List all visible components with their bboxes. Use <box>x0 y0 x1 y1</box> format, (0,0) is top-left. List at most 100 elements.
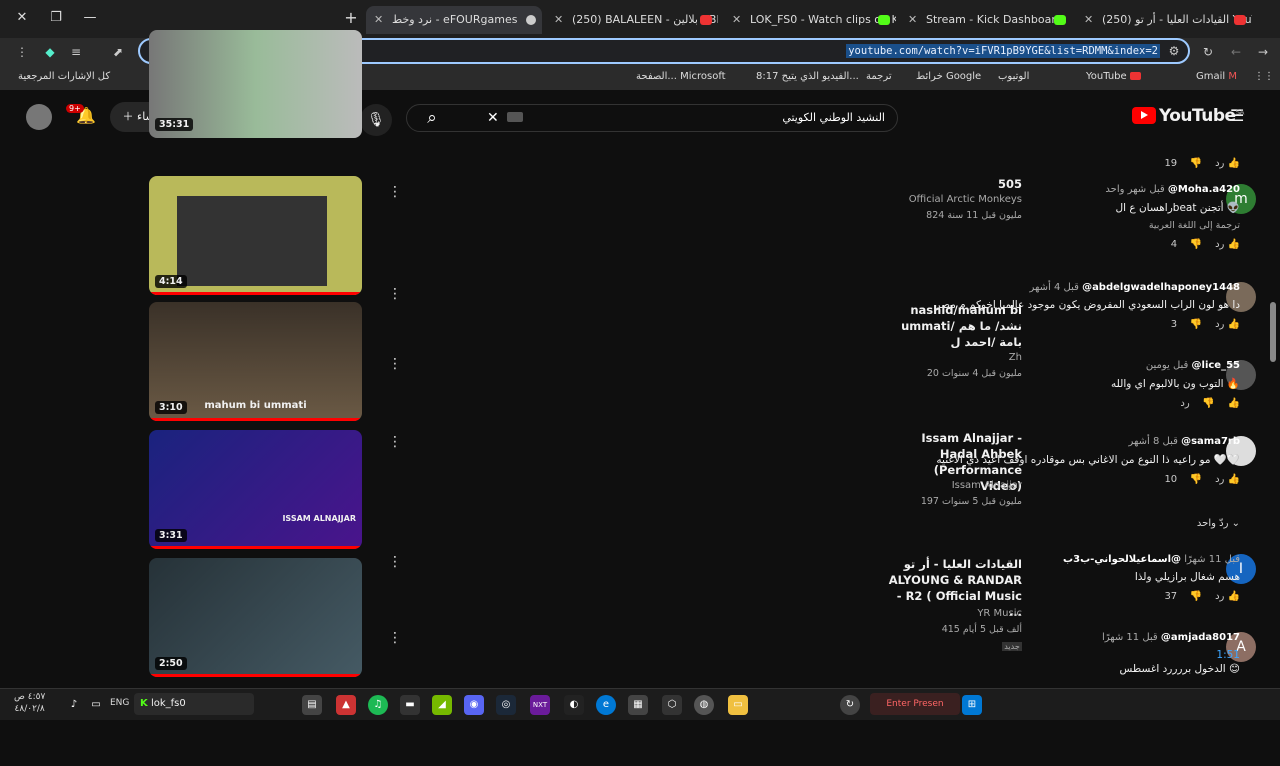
comment-author[interactable]: @sama7rb <box>1181 436 1240 447</box>
comment-time[interactable]: قبل يومين <box>1146 360 1189 371</box>
comment-author[interactable]: @lice_55 <box>1192 360 1240 371</box>
tab-kick-clips[interactable]: ✕ LOK_FS0 - Watch clips on Kick <box>724 6 896 34</box>
close-tab-icon[interactable]: ✕ <box>908 6 917 34</box>
close-tab-icon[interactable]: ✕ <box>374 6 383 34</box>
close-tab-icon[interactable]: ✕ <box>732 6 741 34</box>
dislike-icon[interactable]: 👎 <box>1190 591 1202 602</box>
search-icon[interactable]: ⌕ <box>406 104 458 132</box>
restore-window-icon[interactable]: ❐ <box>46 8 66 28</box>
like-icon[interactable]: 👍 <box>1228 319 1240 330</box>
bookmark-folder[interactable]: الوتيوب <box>998 71 1029 82</box>
chrome-icon[interactable]: ◍ <box>694 695 714 715</box>
reply-button[interactable]: رد <box>1180 398 1189 409</box>
close-tab-icon[interactable]: ✕ <box>1084 6 1093 34</box>
start-icon[interactable]: ⊞ <box>962 695 982 715</box>
new-tab-icon[interactable]: + <box>341 8 361 28</box>
avatar[interactable] <box>26 104 52 130</box>
more-actions-icon[interactable]: ⋮ <box>388 286 402 302</box>
comment-author[interactable]: @اسماعيلالحواني-ب3ب <box>1063 554 1181 565</box>
search-input[interactable]: النشيد الوطني الكويتي ✕ <box>406 104 898 132</box>
reading-list-icon[interactable]: ≡ <box>68 44 84 60</box>
comment-time[interactable]: قبل 11 شهرًا <box>1102 632 1158 643</box>
video-thumbnail[interactable]: ISSAM ALNAJJAR 3:31 <box>149 430 362 549</box>
app-icon[interactable]: ⬡ <box>662 695 682 715</box>
video-thumbnail[interactable]: mahum bi ummati 3:10 <box>149 302 362 421</box>
translate-link[interactable]: ترجمة إلى اللغة العربية <box>720 220 1240 231</box>
like-icon[interactable]: 👍 <box>1228 398 1240 409</box>
microphone-icon[interactable]: 🎙 <box>360 104 392 136</box>
bookmark-maps[interactable]: خرائط Google <box>916 71 981 82</box>
scrollbar[interactable] <box>1270 186 1276 766</box>
file-explorer-icon[interactable]: ▭ <box>728 695 748 715</box>
all-bookmarks[interactable]: كل الإشارات المرجعية <box>18 71 110 82</box>
bookmark-translate[interactable]: ترجمة <box>866 71 892 82</box>
comment-time[interactable]: قبل 4 أشهر <box>1029 282 1078 293</box>
video-thumbnail[interactable]: 35:31 <box>149 30 362 138</box>
network-icon[interactable]: ▭ <box>86 695 106 715</box>
view-replies-button[interactable]: ردّ واحد ⌄ <box>720 518 1240 529</box>
dislike-icon[interactable]: 👎 <box>1190 474 1202 485</box>
dislike-icon[interactable]: 👎 <box>1190 239 1202 250</box>
close-tab-icon[interactable]: ✕ <box>554 6 563 34</box>
reply-button[interactable]: رد <box>1215 319 1224 330</box>
comment-author[interactable]: @amjada8017 <box>1161 632 1240 643</box>
keyboard-icon[interactable] <box>507 112 523 122</box>
dislike-icon[interactable]: 👎 <box>1190 319 1202 330</box>
like-icon[interactable]: 👍 <box>1228 158 1240 169</box>
tab-youtube-r2[interactable]: ✕ (250) القيادات العليا - أر تو YouTube <box>1076 6 1252 34</box>
like-icon[interactable]: 👍 <box>1228 591 1240 602</box>
bookmark-video[interactable]: 8:17 الفيديو الذي يتيح... <box>756 71 859 82</box>
clear-search-icon[interactable]: ✕ <box>487 110 499 126</box>
scrollbar-thumb[interactable] <box>1270 302 1276 362</box>
like-icon[interactable]: 👍 <box>1228 474 1240 485</box>
steam-icon[interactable]: ◎ <box>496 695 516 715</box>
forward-icon[interactable]: ← <box>1228 44 1244 60</box>
reload-icon[interactable]: ↻ <box>1200 44 1216 60</box>
reply-button[interactable]: رد <box>1215 474 1224 485</box>
task-view-icon[interactable]: ▤ <box>302 695 322 715</box>
bookmark-youtube[interactable]: YouTube <box>1086 71 1141 82</box>
dislike-icon[interactable]: 👎 <box>1202 398 1214 409</box>
app-icon[interactable]: ◐ <box>564 695 584 715</box>
more-actions-icon[interactable]: ⋮ <box>388 554 402 570</box>
more-actions-icon[interactable]: ⋮ <box>388 356 402 372</box>
tab-kick-dashboard[interactable]: ✕ Stream - Kick Dashboard <box>900 6 1072 34</box>
back-icon[interactable]: → <box>1255 44 1271 60</box>
bookmark-gmail[interactable]: Gmail M <box>1196 71 1237 82</box>
tab-efourgames[interactable]: ✕ نرد وخط - eFOURgames <box>366 6 542 34</box>
more-menu-icon[interactable]: ⋮ <box>14 44 30 60</box>
minimize-window-icon[interactable]: — <box>80 8 100 28</box>
youtube-logo[interactable]: YouTubeSA <box>1132 106 1244 126</box>
reply-button[interactable]: رد <box>1215 239 1224 250</box>
language-indicator[interactable]: ENG <box>110 698 129 708</box>
dislike-icon[interactable]: 👎 <box>1190 158 1202 169</box>
comment-author[interactable]: @abdelgwadelhaponey1448 <box>1082 282 1240 293</box>
presentation-app[interactable]: Enter Presen <box>870 693 960 715</box>
edge-icon[interactable]: e <box>596 695 616 715</box>
like-icon[interactable]: 👍 <box>1228 239 1240 250</box>
store-icon[interactable]: ▦ <box>628 695 648 715</box>
extension-icon[interactable]: ◆ <box>42 44 58 60</box>
comment-time[interactable]: قبل 8 أشهر <box>1128 436 1177 447</box>
spotify-icon[interactable]: ♫ <box>368 695 388 715</box>
terminal-icon[interactable]: ▬ <box>400 695 420 715</box>
channel-name[interactable]: YR Music <box>888 608 1022 619</box>
site-info-icon[interactable]: ⚙ <box>1166 43 1182 59</box>
reply-button[interactable]: رد <box>1215 158 1224 169</box>
more-actions-icon[interactable]: ⋮ <box>388 630 402 646</box>
tab-balaleen[interactable]: ✕ (250) BALALEEN - بلالين - BLVXB <box>546 6 718 34</box>
timestamp-link[interactable]: 1:51 <box>720 649 1240 661</box>
close-window-icon[interactable]: ✕ <box>12 8 32 28</box>
bookmark-microsoft[interactable]: الصفحة... Microsoft <box>636 71 726 82</box>
nvidia-icon[interactable]: ◢ <box>432 695 452 715</box>
video-thumbnail[interactable]: 2:50 <box>149 558 362 677</box>
discord-icon[interactable]: ◉ <box>464 695 484 715</box>
more-actions-icon[interactable]: ⋮ <box>388 434 402 450</box>
more-actions-icon[interactable]: ⋮ <box>388 184 402 200</box>
speaker-icon[interactable]: ♪ <box>64 695 84 715</box>
kick-stream-app[interactable]: K lok_fs0 <box>134 693 254 715</box>
share-icon[interactable]: ⬈ <box>110 44 126 60</box>
comment-author[interactable]: @Moha.a420 <box>1168 184 1240 195</box>
video-thumbnail[interactable]: 4:14 <box>149 176 362 295</box>
next-app-icon[interactable]: NXT <box>530 695 550 715</box>
